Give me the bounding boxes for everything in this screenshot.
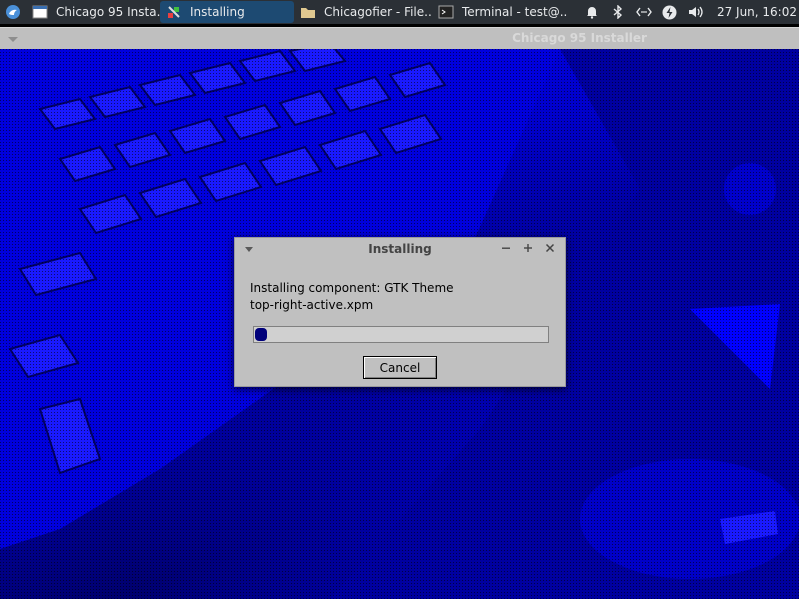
taskbar-item-label: Installing <box>190 5 245 19</box>
close-icon[interactable] <box>543 241 557 255</box>
main-window-titlebar[interactable]: Chicago 95 Installer <box>0 27 799 50</box>
installing-dialog: Installing Installing component: GTK The… <box>234 237 566 387</box>
taskbar-item-label: Chicagofier - File... <box>324 5 432 19</box>
clock[interactable]: 27 Jun, 16:02 <box>717 5 797 19</box>
taskbar-item-installer-main[interactable]: Chicago 95 Insta... <box>26 1 160 23</box>
main-window-title: Chicago 95 Installer <box>512 31 647 45</box>
dialog-body: Installing component: GTK Theme top-righ… <box>235 260 565 314</box>
bell-icon[interactable] <box>584 4 600 20</box>
taskbar-item-label: Terminal - test@... <box>462 5 568 19</box>
dialog-title: Installing <box>368 242 432 256</box>
taskbar-item-terminal[interactable]: Terminal - test@... <box>432 1 568 23</box>
installer-icon <box>168 6 180 18</box>
volume-icon[interactable] <box>688 4 704 20</box>
taskbar-item-installing[interactable]: Installing <box>160 1 294 23</box>
top-panel: Chicago 95 Insta... Installing Chicagofi… <box>0 0 799 24</box>
current-file-label: top-right-active.xpm <box>250 298 374 312</box>
taskbar-item-file-manager[interactable]: Chicagofier - File... <box>294 1 432 23</box>
component-label: Installing component: GTK Theme <box>250 281 454 295</box>
cancel-button[interactable]: Cancel <box>363 356 437 379</box>
xfce-menu-icon[interactable] <box>0 0 26 24</box>
dialog-titlebar[interactable]: Installing <box>235 238 565 260</box>
bluetooth-icon[interactable] <box>610 4 626 20</box>
network-icon[interactable] <box>636 4 652 20</box>
maximize-icon[interactable] <box>521 241 535 255</box>
terminal-icon <box>438 5 454 19</box>
minimize-icon[interactable] <box>499 241 513 255</box>
taskbar-item-label: Chicago 95 Insta... <box>56 5 160 19</box>
progress-fill <box>255 328 267 341</box>
system-tray: 27 Jun, 16:02 <box>579 0 799 24</box>
window-icon <box>32 5 48 19</box>
power-icon[interactable] <box>662 4 678 20</box>
folder-icon <box>301 8 315 18</box>
progress-bar <box>253 326 549 343</box>
